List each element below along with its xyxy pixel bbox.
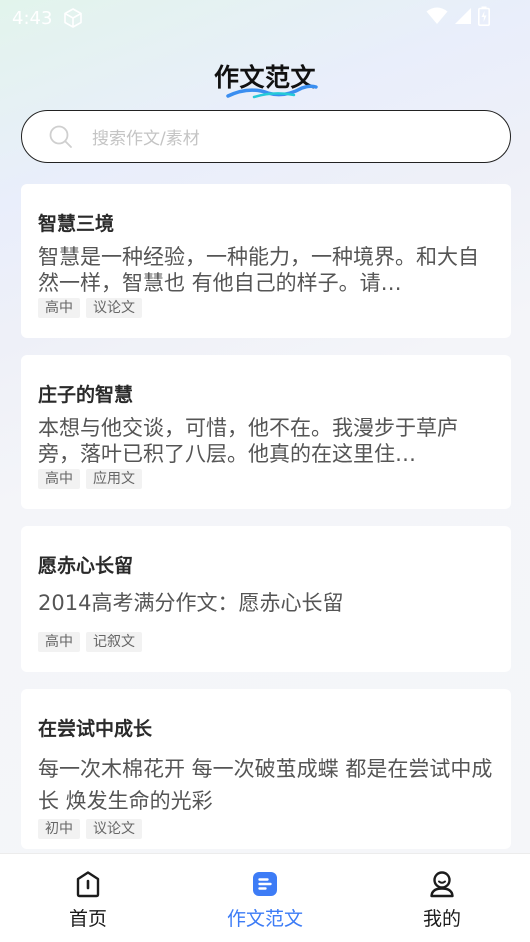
status-time: 4:43 bbox=[12, 7, 53, 29]
battery-icon bbox=[478, 6, 490, 30]
essay-icon bbox=[252, 868, 278, 900]
nav-item-essays[interactable]: 作文范文 bbox=[205, 868, 325, 931]
wifi-icon bbox=[426, 7, 448, 29]
article-card[interactable]: 智慧三境 智慧是一种经验，一种能力，一种境界。和大自然一样，智慧也 有他自己的样… bbox=[21, 184, 511, 338]
article-excerpt: 2014高考满分作文：愿赤心长留 bbox=[38, 591, 344, 615]
title-underline-decoration bbox=[226, 84, 318, 99]
article-tags: 高中 应用文 bbox=[38, 469, 142, 489]
article-title: 智慧三境 bbox=[38, 213, 115, 235]
profile-icon bbox=[427, 868, 457, 900]
genre-tag: 议论文 bbox=[86, 298, 142, 318]
search-placeholder: 搜索作文/素材 bbox=[92, 129, 200, 149]
article-tags: 高中 议论文 bbox=[38, 298, 142, 318]
page-title-block: 作文范文 bbox=[214, 58, 318, 99]
home-icon bbox=[73, 868, 103, 900]
grade-tag: 高中 bbox=[38, 469, 80, 489]
article-card[interactable]: 庄子的智慧 本想与他交谈，可惜，他不在。我漫步于草庐旁，落叶已积了八层。他真的在… bbox=[21, 355, 511, 509]
article-title: 在尝试中成长 bbox=[38, 718, 153, 740]
grade-tag: 高中 bbox=[38, 632, 80, 652]
article-tags: 高中 记叙文 bbox=[38, 632, 142, 652]
article-excerpt: 每一次木棉花开 每一次破茧成蝶 都是在尝试中成长 焕发生命的光彩 bbox=[38, 757, 493, 813]
article-excerpt: 智慧是一种经验，一种能力，一种境界。和大自然一样，智慧也 有他自己的样子。请… bbox=[38, 245, 479, 295]
article-excerpt: 本想与他交谈，可惜，他不在。我漫步于草庐旁，落叶已积了八层。他真的在这里住… bbox=[38, 416, 458, 466]
grade-tag: 高中 bbox=[38, 298, 80, 318]
nav-item-profile[interactable]: 我的 bbox=[382, 868, 502, 931]
cube-icon bbox=[62, 7, 84, 29]
status-bar: 4:43 bbox=[0, 0, 530, 36]
bottom-nav: 首页 作文范文 我的 bbox=[0, 853, 530, 942]
nav-label-home: 首页 bbox=[68, 908, 107, 930]
grade-tag: 初中 bbox=[38, 819, 80, 839]
article-title: 愿赤心长留 bbox=[38, 555, 134, 577]
article-tags: 初中 议论文 bbox=[38, 819, 142, 839]
genre-tag: 应用文 bbox=[86, 469, 142, 489]
search-input[interactable]: 搜索作文/素材 bbox=[21, 110, 511, 163]
article-card[interactable]: 愿赤心长留 2014高考满分作文：愿赤心长留 高中 记叙文 bbox=[21, 526, 511, 672]
search-icon bbox=[48, 124, 74, 150]
article-title: 庄子的智慧 bbox=[38, 384, 134, 406]
nav-label-profile: 我的 bbox=[422, 908, 461, 930]
genre-tag: 议论文 bbox=[86, 819, 142, 839]
genre-tag: 记叙文 bbox=[86, 632, 142, 652]
nav-item-home[interactable]: 首页 bbox=[28, 868, 148, 931]
signal-icon bbox=[454, 7, 472, 29]
article-card[interactable]: 在尝试中成长 每一次木棉花开 每一次破茧成蝶 都是在尝试中成长 焕发生命的光彩 … bbox=[21, 689, 511, 849]
page-header: 作文范文 bbox=[0, 58, 530, 99]
nav-label-essays: 作文范文 bbox=[226, 908, 303, 930]
